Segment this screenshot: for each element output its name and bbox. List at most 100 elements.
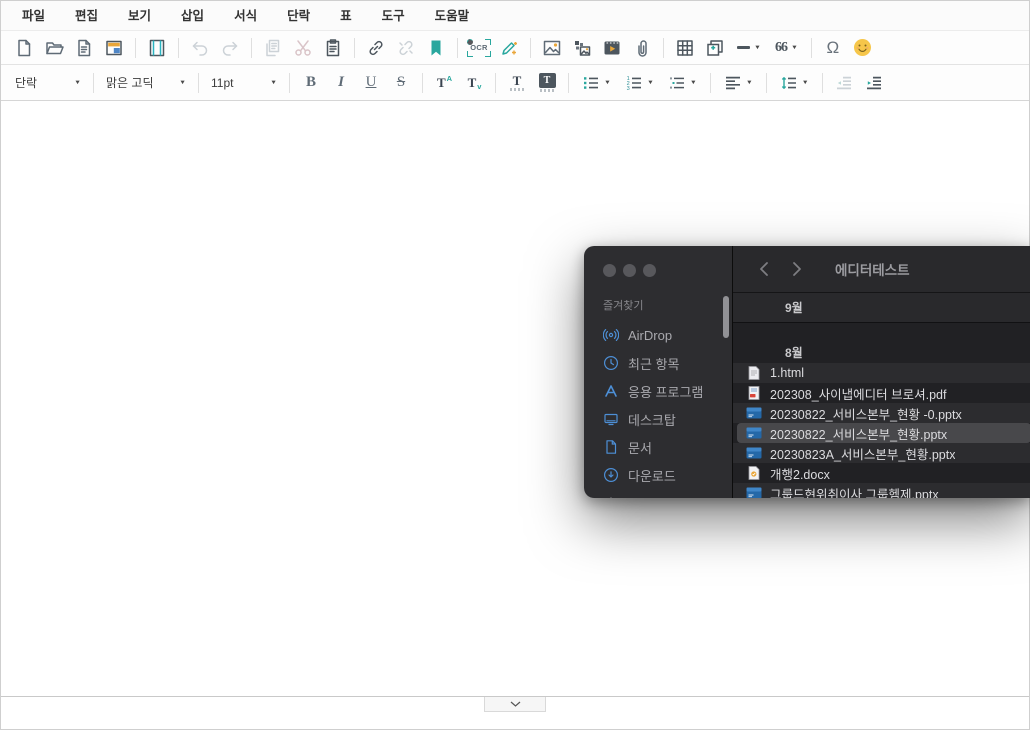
sidebar-item-documents[interactable]: 문서	[584, 433, 732, 461]
numbered-list-button[interactable]: 123 ▼	[619, 70, 660, 96]
file-row[interactable]: 개행2.docx	[733, 463, 1030, 483]
file-name: 20230822_서비스본부_현황 -0.pptx	[770, 404, 962, 423]
file-row[interactable]: 202308_사이냅에디터 브로셔.pdf	[733, 383, 1030, 403]
omega-icon: Ω	[827, 38, 840, 58]
line-spacing-icon	[780, 74, 798, 92]
table-icon	[675, 38, 695, 58]
photo-gallery-icon	[572, 38, 592, 58]
menu-table[interactable]: 표	[325, 1, 367, 31]
superscript-button[interactable]: TA	[430, 70, 458, 96]
bold-button[interactable]: B	[297, 70, 325, 96]
insert-link-button[interactable]	[362, 35, 390, 61]
outdent-button[interactable]	[830, 70, 858, 96]
insert-table-button[interactable]	[671, 35, 699, 61]
font-family-value: 맑은 고딕	[106, 74, 154, 91]
file-row[interactable]: 20230822_서비스본부_현황 -0.pptx	[733, 403, 1030, 423]
bullet-list-button[interactable]: ▼	[576, 70, 617, 96]
open-document-button[interactable]	[40, 35, 68, 61]
font-family-select[interactable]: 맑은 고딕 ▼	[100, 70, 192, 96]
forward-button[interactable]	[787, 257, 807, 281]
page-view-button[interactable]	[143, 35, 171, 61]
subscript-button[interactable]: Tv	[460, 70, 488, 96]
chevron-down-icon: ▼	[746, 80, 753, 86]
sidebar-item-applications[interactable]: 응용 프로그램	[584, 377, 732, 405]
unlink-icon	[396, 38, 416, 58]
sidebar-item-downloads[interactable]: 다운로드	[584, 461, 732, 489]
paste-button[interactable]	[319, 35, 347, 61]
menu-format[interactable]: 서식	[219, 1, 272, 31]
insert-frame-button[interactable]	[701, 35, 729, 61]
finder-titlebar: 에디터테스트	[733, 246, 1030, 293]
emoji-button[interactable]	[849, 35, 877, 61]
close-window-button[interactable]	[603, 264, 616, 277]
template-button[interactable]	[100, 35, 128, 61]
window-title: 에디터테스트	[835, 259, 910, 279]
ai-edit-button[interactable]	[495, 35, 523, 61]
strikethrough-button[interactable]: S	[387, 70, 415, 96]
link-icon	[366, 38, 386, 58]
menu-file[interactable]: 파일	[7, 1, 60, 31]
chevron-down-icon: ▼	[179, 80, 186, 86]
font-size-select[interactable]: 11pt ▼	[205, 70, 283, 96]
sidebar-item-home[interactable]: kyujin	[584, 489, 732, 498]
file-row[interactable]: 그룹드현위취이사 그룹헴제.pptx	[733, 483, 1030, 498]
undo-button[interactable]	[186, 35, 214, 61]
align-button[interactable]: ▼	[718, 70, 759, 96]
bookmark-icon	[426, 38, 446, 58]
collapse-panel-button[interactable]	[484, 697, 546, 712]
special-character-button[interactable]: Ω	[819, 35, 847, 61]
file-row[interactable]: 1.html	[733, 363, 1030, 383]
menu-paragraph[interactable]: 단락	[272, 1, 325, 31]
copy-button[interactable]	[259, 35, 287, 61]
document-info-button[interactable]	[70, 35, 98, 61]
html-file-icon	[746, 366, 762, 380]
line-spacing-button[interactable]: ▼	[774, 70, 815, 96]
italic-button[interactable]: I	[327, 70, 355, 96]
toolbar-separator	[568, 73, 569, 93]
file-row-selected[interactable]: 20230822_서비스본부_현황.pptx	[737, 423, 1030, 443]
pptx-file-icon	[746, 426, 762, 440]
underline-button[interactable]: U	[357, 70, 385, 96]
outdent-icon	[835, 74, 853, 92]
multilevel-list-button[interactable]: ▼	[662, 70, 703, 96]
insert-image-button[interactable]	[538, 35, 566, 61]
toolbar-separator	[354, 38, 355, 58]
scissors-icon	[293, 38, 313, 58]
attach-file-button[interactable]	[628, 35, 656, 61]
desktop-icon	[603, 411, 619, 427]
ocr-button[interactable]: OCR	[465, 35, 493, 61]
menu-tools[interactable]: 도구	[367, 1, 420, 31]
remove-link-button[interactable]	[392, 35, 420, 61]
blockquote-button[interactable]: 66 ▼	[769, 35, 804, 61]
menu-insert[interactable]: 삽입	[166, 1, 219, 31]
indent-button[interactable]	[860, 70, 888, 96]
window-controls	[603, 264, 732, 277]
sidebar-item-recents[interactable]: 최근 항목	[584, 349, 732, 377]
minimize-window-button[interactable]	[623, 264, 636, 277]
zoom-window-button[interactable]	[643, 264, 656, 277]
toolbar-separator	[251, 38, 252, 58]
cut-button[interactable]	[289, 35, 317, 61]
insert-photo-gallery-button[interactable]	[568, 35, 596, 61]
sidebar-scrollbar[interactable]	[723, 296, 729, 338]
sidebar-item-desktop[interactable]: 데스크탑	[584, 405, 732, 433]
back-button[interactable]	[753, 257, 773, 281]
bookmark-button[interactable]	[422, 35, 450, 61]
highlight-color-icon: T	[539, 73, 556, 92]
menu-edit[interactable]: 편집	[60, 1, 113, 31]
font-color-button[interactable]: T	[503, 70, 531, 96]
horizontal-line-button[interactable]: ▼	[731, 35, 767, 61]
paperclip-icon	[632, 38, 652, 58]
airdrop-icon	[603, 327, 619, 343]
menu-view[interactable]: 보기	[113, 1, 166, 31]
highlight-color-button[interactable]: T	[533, 70, 561, 96]
insert-video-button[interactable]	[598, 35, 626, 61]
redo-button[interactable]	[216, 35, 244, 61]
clipboard-icon	[323, 38, 343, 58]
paragraph-style-select[interactable]: 단락 ▼	[9, 70, 87, 96]
bold-icon: B	[306, 74, 316, 91]
sidebar-item-airdrop[interactable]: AirDrop	[584, 321, 732, 349]
file-row[interactable]: 20230823A_서비스본부_현황.pptx	[733, 443, 1030, 463]
new-document-button[interactable]	[10, 35, 38, 61]
menu-help[interactable]: 도움말	[420, 1, 485, 31]
